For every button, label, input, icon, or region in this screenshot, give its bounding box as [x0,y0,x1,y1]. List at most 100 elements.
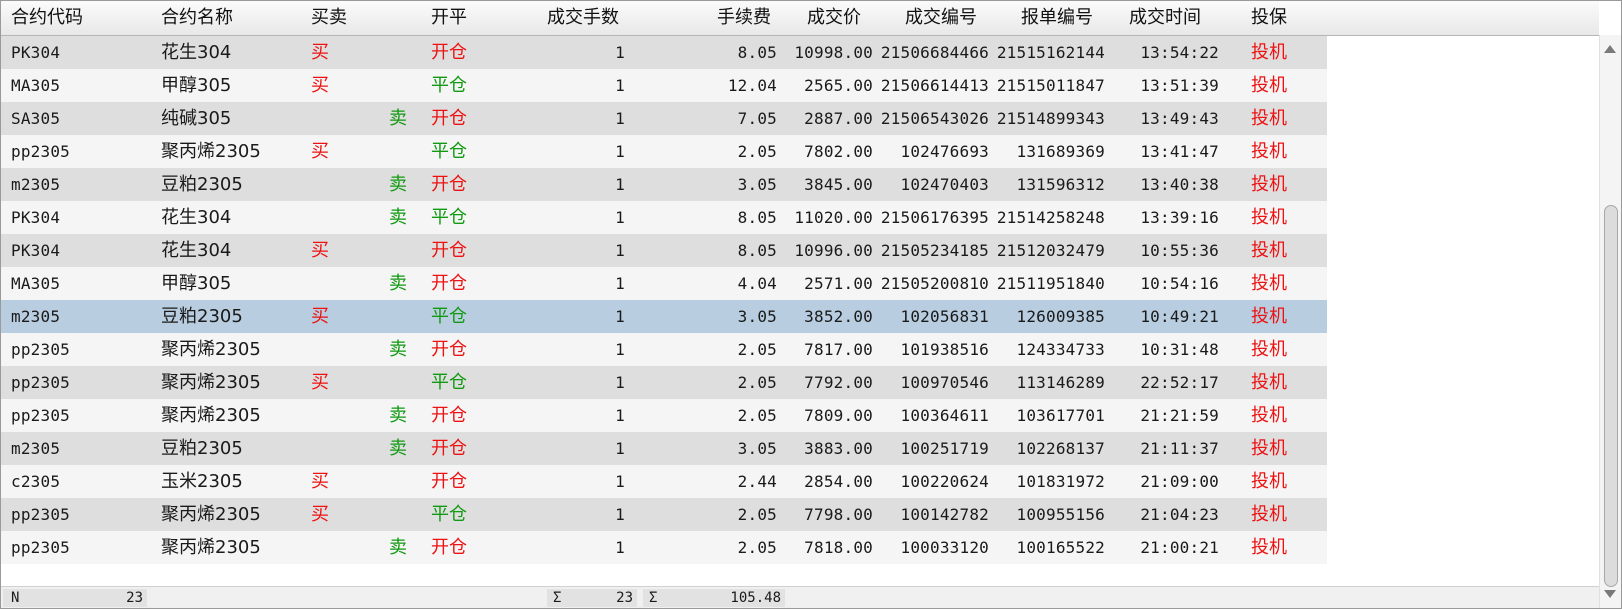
cell-hedge: 投机 [1251,273,1287,294]
column-header-buysell[interactable]: 买卖 [311,1,347,35]
table-row[interactable]: pp2305 聚丙烯2305 卖 开仓 1 2.05 7809.00 100364611 103… [1,399,1327,432]
table-row[interactable]: m2305 豆粕2305 卖 开仓 1 3.05 3845.00 102470403 13159… [1,168,1327,201]
table-row[interactable]: MA305 甲醇305 卖 开仓 1 4.04 2571.00 21505200810 2151… [1,267,1327,300]
column-header-code[interactable]: 合约代码 [11,1,83,35]
cell-open-close: 平仓 [431,372,467,393]
table-header: 合约代码 合约名称 买卖 开平 成交手数 手续费 成交价 成交编号 报单编号 成… [1,1,1599,36]
cell-order-no: 101831972 [1016,472,1105,491]
column-header-fee[interactable]: 手续费 [717,1,771,35]
cell-fee: 2.05 [737,373,777,392]
cell-price: 3845.00 [804,175,873,194]
cell-hedge: 投机 [1251,108,1287,129]
cell-time: 13:40:38 [1140,175,1219,194]
triangle-down-icon[interactable] [1604,590,1616,598]
cell-order-no: 102268137 [1016,439,1105,458]
cell-hedge: 投机 [1251,438,1287,459]
cell-hedge: 投机 [1251,174,1287,195]
cell-trade-no: 101938516 [900,340,989,359]
table-row[interactable]: PK304 花生304 买 开仓 1 8.05 10998.00 21506684466 215… [1,36,1327,69]
cell-price: 7809.00 [804,406,873,425]
cell-price: 7817.00 [804,340,873,359]
cell-fee: 7.05 [737,109,777,128]
cell-code: pp2305 [11,373,70,392]
table-row[interactable]: PK304 花生304 买 开仓 1 8.05 10996.00 21505234185 215… [1,234,1327,267]
cell-time: 21:09:00 [1140,472,1219,491]
cell-order-no: 21514899343 [996,109,1105,128]
cell-qty: 1 [615,307,625,326]
cell-hedge: 投机 [1251,372,1287,393]
cell-qty: 1 [615,340,625,359]
cell-open-close: 开仓 [431,240,467,261]
cell-code: pp2305 [11,538,70,557]
cell-fee: 8.05 [737,208,777,227]
cell-code: pp2305 [11,505,70,524]
cell-open-close: 平仓 [431,207,467,228]
cell-buy: 买 [311,372,329,393]
cell-qty: 1 [615,43,625,62]
table-row[interactable]: m2305 豆粕2305 卖 开仓 1 3.05 3883.00 100251719 10226… [1,432,1327,465]
table-row[interactable]: SA305 纯碱305 卖 开仓 1 7.05 2887.00 21506543026 2151… [1,102,1327,135]
cell-hedge: 投机 [1251,240,1287,261]
cell-price: 2887.00 [804,109,873,128]
cell-qty: 1 [615,274,625,293]
cell-name: 花生304 [161,42,232,63]
column-header-time[interactable]: 成交时间 [1129,1,1201,35]
cell-time: 22:52:17 [1140,373,1219,392]
column-header-hedge[interactable]: 投保 [1251,1,1287,35]
cell-hedge: 投机 [1251,42,1287,63]
scrollbar-thumb[interactable] [1604,205,1618,587]
cell-order-no: 126009385 [1016,307,1105,326]
cell-open-close: 平仓 [431,504,467,525]
column-header-price[interactable]: 成交价 [807,1,861,35]
cell-time: 13:54:22 [1140,43,1219,62]
cell-fee: 3.05 [737,307,777,326]
cell-buy: 买 [311,42,329,63]
cell-name: 玉米2305 [161,471,243,492]
cell-fee: 8.05 [737,43,777,62]
cell-time: 13:49:43 [1140,109,1219,128]
cell-fee: 2.05 [737,340,777,359]
column-header-openclose[interactable]: 开平 [431,1,467,35]
cell-open-close: 开仓 [431,108,467,129]
table-row[interactable]: pp2305 聚丙烯2305 卖 开仓 1 2.05 7818.00 100033120 100… [1,531,1327,564]
column-header-name[interactable]: 合约名称 [161,1,233,35]
table-row[interactable]: c2305 玉米2305 买 开仓 1 2.44 2854.00 100220624 10183… [1,465,1327,498]
cell-name: 花生304 [161,207,232,228]
cell-hedge: 投机 [1251,75,1287,96]
cell-time: 13:39:16 [1140,208,1219,227]
cell-price: 2571.00 [804,274,873,293]
cell-trade-no: 102470403 [900,175,989,194]
table-row[interactable]: PK304 花生304 卖 平仓 1 8.05 11020.00 21506176395 215… [1,201,1327,234]
column-header-qty[interactable]: 成交手数 [547,1,619,35]
table-row[interactable]: pp2305 聚丙烯2305 买 平仓 1 2.05 7802.00 102476693 131… [1,135,1327,168]
cell-name: 豆粕2305 [161,306,243,327]
cell-price: 7798.00 [804,505,873,524]
table-row[interactable]: m2305 豆粕2305 买 平仓 1 3.05 3852.00 102056831 12600… [1,300,1327,333]
triangle-up-icon[interactable] [1604,45,1616,53]
cell-qty: 1 [615,109,625,128]
cell-open-close: 开仓 [431,438,467,459]
cell-buy: 买 [311,141,329,162]
cell-time: 21:21:59 [1140,406,1219,425]
table-row[interactable]: pp2305 聚丙烯2305 买 平仓 1 2.05 7798.00 100142782 100… [1,498,1327,531]
cell-qty: 1 [615,175,625,194]
cell-fee: 2.05 [737,538,777,557]
cell-name: 甲醇305 [161,273,232,294]
cell-time: 13:51:39 [1140,76,1219,95]
cell-price: 7802.00 [804,142,873,161]
cell-buy: 买 [311,240,329,261]
column-header-order-no[interactable]: 报单编号 [1021,1,1093,35]
table-row[interactable]: MA305 甲醇305 买 平仓 1 12.04 2565.00 21506614413 215… [1,69,1327,102]
cell-hedge: 投机 [1251,339,1287,360]
cell-name: 甲醇305 [161,75,232,96]
table-row[interactable]: pp2305 聚丙烯2305 卖 开仓 1 2.05 7817.00 101938516 124… [1,333,1327,366]
cell-trade-no: 102476693 [900,142,989,161]
cell-name: 纯碱305 [161,108,232,129]
vertical-scrollbar[interactable] [1599,35,1621,608]
cell-trade-no: 21505234185 [880,241,989,260]
cell-price: 3883.00 [804,439,873,458]
column-header-trade-no[interactable]: 成交编号 [905,1,977,35]
table-row[interactable]: pp2305 聚丙烯2305 买 平仓 1 2.05 7792.00 100970546 113… [1,366,1327,399]
cell-code: MA305 [11,274,61,293]
cell-qty: 1 [615,538,625,557]
